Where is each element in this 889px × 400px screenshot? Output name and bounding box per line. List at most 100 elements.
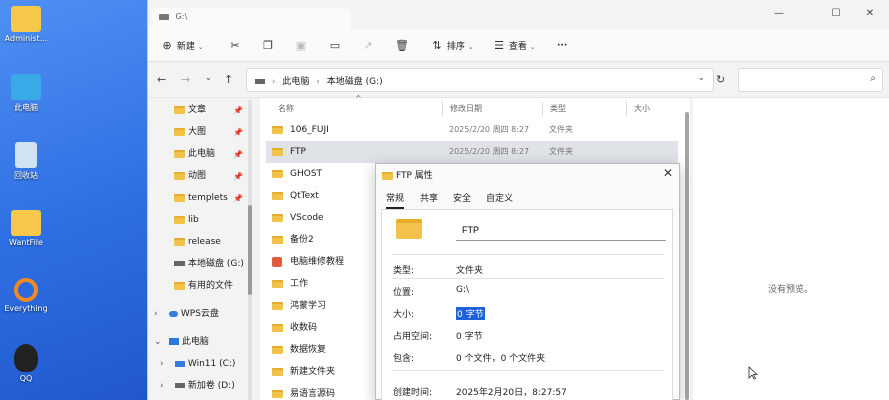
recycle-bin-icon <box>15 142 37 168</box>
maximize-button[interactable]: ☐ <box>829 8 843 22</box>
dialog-title: FTP 属性 <box>396 171 433 181</box>
sidebar-tree-this-pc[interactable]: ⌄ 此电脑 <box>154 332 209 352</box>
sort-button[interactable]: ⇅ 排序 ⌄ <box>430 38 473 54</box>
sidebar-item-articles[interactable]: 文章 <box>174 100 206 120</box>
back-button[interactable]: ← <box>157 73 166 86</box>
delete-button[interactable]: 🗑 <box>395 38 409 54</box>
file-name: 106_FUJI <box>290 125 329 135</box>
close-window-button[interactable]: ✕ <box>863 8 877 22</box>
breadcrumb-this-pc[interactable]: 此电脑 <box>282 77 309 87</box>
column-divider[interactable] <box>626 102 627 116</box>
up-button[interactable]: ↑ <box>224 73 233 86</box>
folder-name-field[interactable] <box>456 219 666 241</box>
chevron-right-icon[interactable]: › <box>154 304 166 324</box>
cloud-icon <box>168 310 178 317</box>
paste-button[interactable]: ▣ <box>294 38 308 54</box>
folder-icon <box>272 126 283 134</box>
folder-icon <box>382 171 393 180</box>
prop-label-created: 创建时间: <box>393 388 433 398</box>
sidebar-item-release[interactable]: release <box>174 232 221 252</box>
sidebar-item-lib[interactable]: lib <box>174 210 199 230</box>
view-button[interactable]: ☰ 查看 ⌄ <box>492 38 536 54</box>
sidebar-item-drive-g[interactable]: 本地磁盘 (G:) <box>174 254 244 274</box>
user-folder-icon <box>11 6 41 32</box>
column-header-name[interactable]: 名称 <box>278 100 294 118</box>
desktop-icon-wantfile[interactable]: WantFile <box>0 210 52 247</box>
column-header-type[interactable]: 类型 <box>550 100 566 118</box>
sidebar-item-label: 新加卷 (D:) <box>187 381 235 391</box>
address-bar[interactable]: › 此电脑 › 本地磁盘 (G:) ⌄ <box>246 68 714 92</box>
column-divider[interactable] <box>542 102 543 116</box>
file-name: QtText <box>290 191 319 201</box>
desktop-icon-everything[interactable]: Everything <box>0 278 52 313</box>
new-button[interactable]: ⊕ 新建 ⌄ <box>160 38 203 54</box>
sort-icon: ⇅ <box>432 39 442 52</box>
qq-penguin-icon <box>14 344 38 372</box>
column-header-modified[interactable]: 修改日期 <box>450 100 482 118</box>
more-label: ··· <box>557 41 568 51</box>
desktop-icon-qq[interactable]: QQ <box>0 344 52 383</box>
drive-icon <box>159 13 169 20</box>
desktop-icon-administrator[interactable]: Administ... <box>0 6 52 43</box>
tab-security[interactable]: 安全 <box>453 191 471 204</box>
tab-sharing[interactable]: 共享 <box>420 191 438 204</box>
tab-customize[interactable]: 自定义 <box>486 191 513 204</box>
file-row-ftp[interactable]: FTP 2025/2/20 周四 8:27 文件夹 <box>266 141 678 163</box>
prop-value-size-on-disk: 0 字节 <box>456 332 483 342</box>
view-label: 查看 <box>508 42 527 52</box>
cut-button[interactable]: ✂ <box>228 38 242 54</box>
sidebar-tree-drive-d[interactable]: › 新加卷 (D:) <box>160 376 235 396</box>
properties-dialog: FTP 属性 ✕ 常规 共享 安全 自定义 类型: 文件夹 位置: G:\ 大小… <box>375 163 680 400</box>
file-name: 电脑维修教程 <box>290 257 345 267</box>
column-header-size[interactable]: 大小 <box>634 100 650 118</box>
forward-button[interactable]: → <box>181 73 190 86</box>
chevron-down-icon[interactable]: ⌄ <box>154 332 166 352</box>
file-name: 易语言源码 <box>290 389 336 399</box>
refresh-button[interactable]: ↻ <box>716 73 725 86</box>
column-divider[interactable] <box>442 102 443 116</box>
dialog-close-button[interactable]: ✕ <box>663 166 673 180</box>
new-label: 新建 <box>176 42 195 52</box>
address-bar-row: ← → ⌄ ↑ › 此电脑 › 本地磁盘 (G:) ⌄ ↻ ⌕ <box>148 62 889 98</box>
search-input[interactable]: ⌕ <box>738 68 883 92</box>
prop-label-size-on-disk: 占用空间: <box>393 332 433 342</box>
breadcrumb-drive-g[interactable]: 本地磁盘 (G:) <box>327 77 383 87</box>
pin-icon: 📌 <box>233 150 243 159</box>
chevron-right-icon[interactable]: › <box>160 376 172 396</box>
share-button[interactable]: ↗ <box>361 38 375 54</box>
monitor-icon <box>168 338 179 345</box>
pin-icon: 📌 <box>233 106 243 115</box>
minimize-button[interactable]: — <box>772 8 786 22</box>
prop-value-size[interactable]: 0 字节 <box>456 307 485 320</box>
sidebar-item-templets[interactable]: templets <box>174 188 228 208</box>
tab-general[interactable]: 常规 <box>386 191 405 209</box>
sidebar-item-useful-files[interactable]: 有用的文件 <box>174 276 233 296</box>
sidebar-tree-wps-cloud[interactable]: › WPS云盘 <box>154 304 219 324</box>
folder-icon <box>272 324 283 332</box>
folder-icon <box>174 127 185 136</box>
desktop-icon-label: Everything <box>4 304 48 313</box>
desktop-icon-recycle-bin[interactable]: 回收站 <box>0 142 52 181</box>
file-modified: 2025/2/20 周四 8:27 <box>449 147 530 156</box>
file-name: 收数码 <box>290 323 318 333</box>
sidebar-item-this-pc[interactable]: 此电脑 <box>174 144 215 164</box>
copy-button[interactable]: ❐ <box>261 38 275 54</box>
chevron-right-icon[interactable]: › <box>160 354 172 374</box>
sidebar-item-label: templets <box>188 193 228 203</box>
file-row-106-fuji[interactable]: 106_FUJI 2025/2/20 周四 8:27 文件夹 <box>266 119 678 141</box>
sidebar-item-gifs[interactable]: 动图 <box>174 166 206 186</box>
plus-circle-icon: ⊕ <box>162 39 172 52</box>
file-list-scrollbar-thumb[interactable] <box>685 112 689 400</box>
sidebar-item-label: Win11 (C:) <box>187 359 236 369</box>
desktop-icon-this-pc[interactable]: 此电脑 <box>0 74 52 113</box>
sidebar-tree-drive-c[interactable]: › Win11 (C:) <box>160 354 235 374</box>
dialog-title-bar: FTP 属性 <box>382 168 433 181</box>
recent-locations-button[interactable]: ⌄ <box>205 73 212 82</box>
divider <box>392 254 664 255</box>
window-tab[interactable]: G:\ <box>151 8 351 30</box>
sidebar-scrollbar-thumb[interactable] <box>248 205 252 295</box>
address-dropdown-icon[interactable]: ⌄ <box>697 73 705 83</box>
sidebar-item-big-images[interactable]: 大图 <box>174 122 206 142</box>
more-options-button[interactable]: ··· <box>557 38 567 54</box>
rename-button[interactable]: ▭ <box>328 38 342 54</box>
